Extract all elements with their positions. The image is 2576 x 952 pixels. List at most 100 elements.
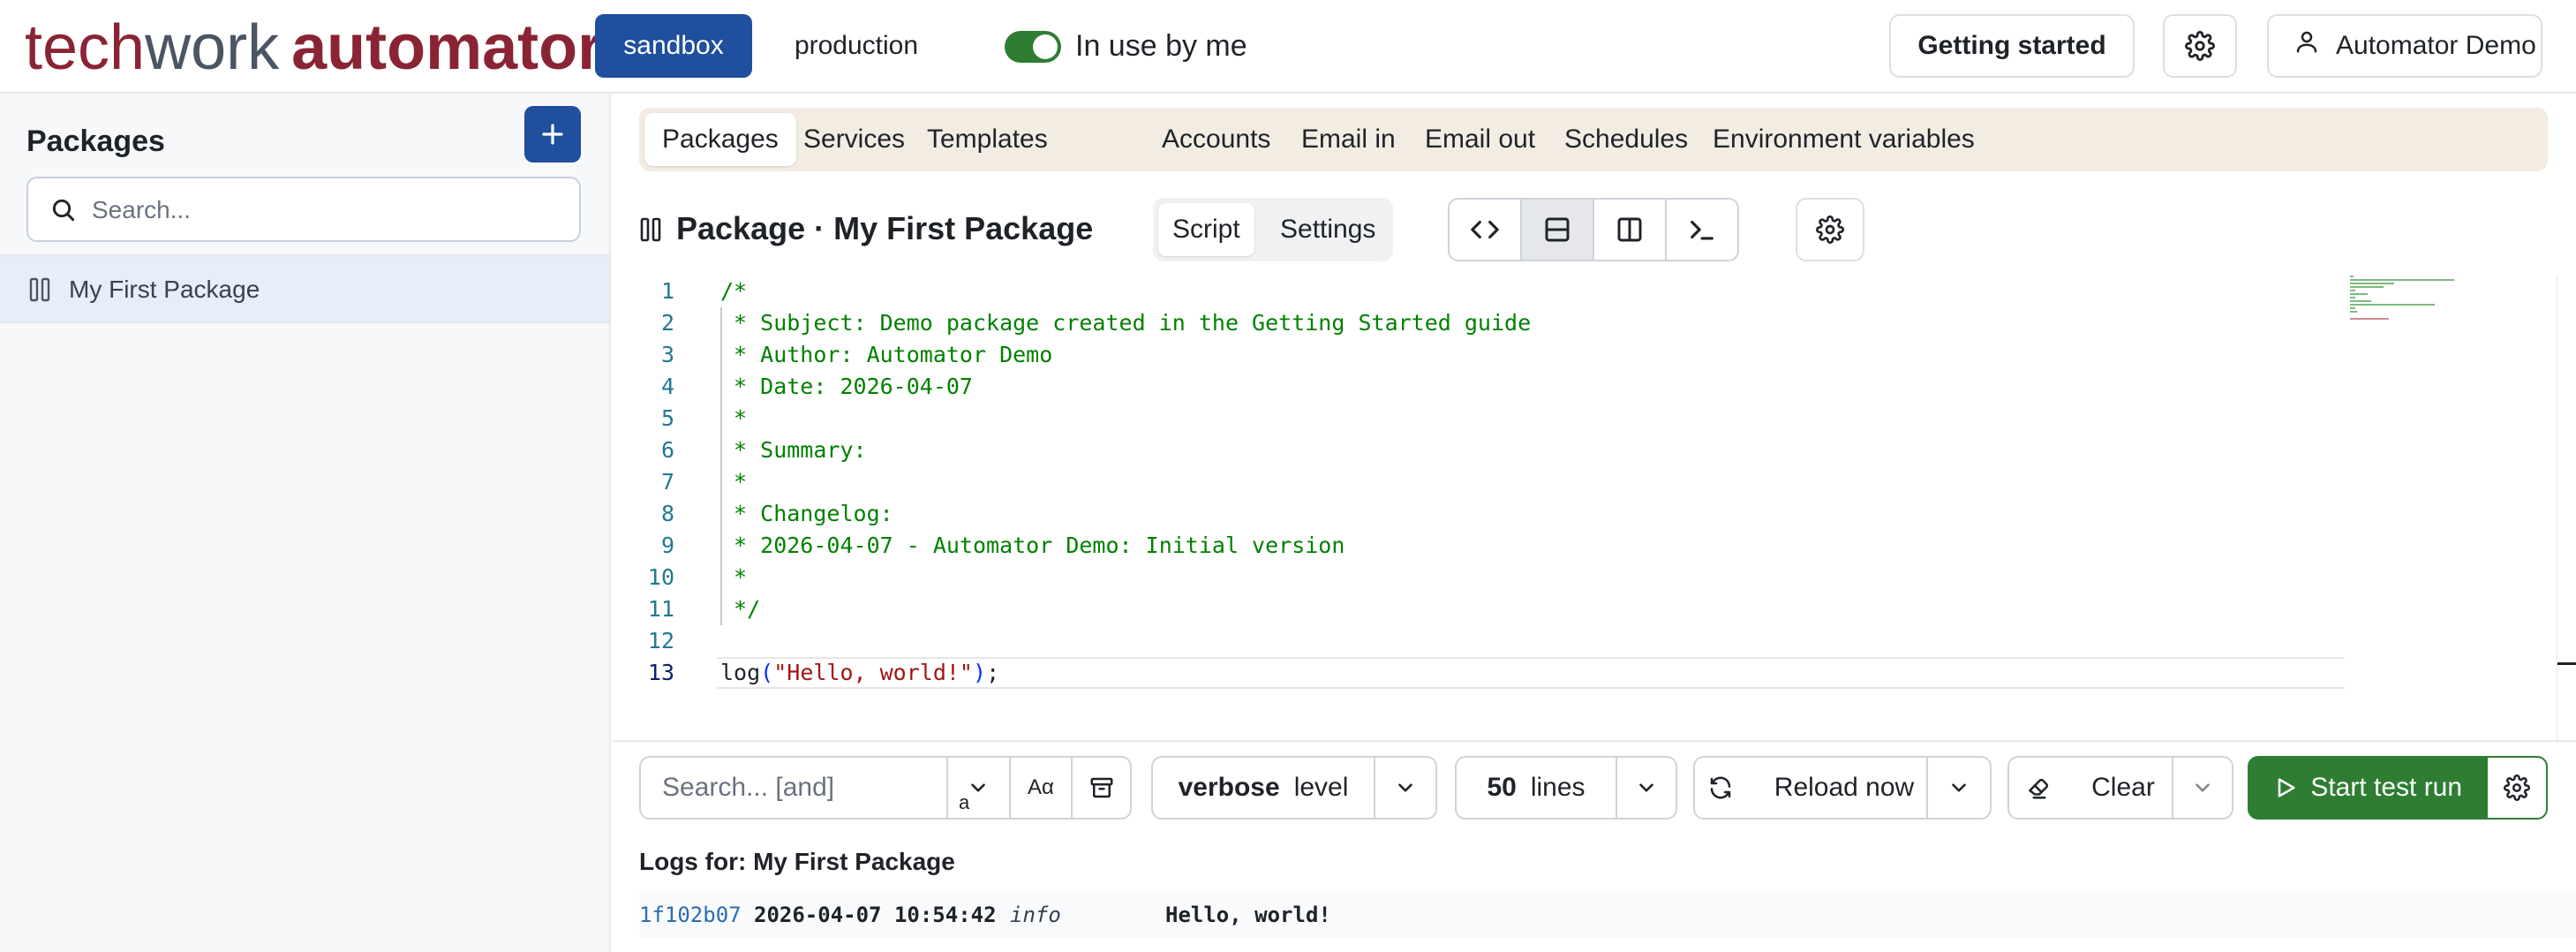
code-line: 12 [613, 625, 2520, 657]
log-level-label: level [1293, 773, 1349, 802]
start-test-run-button[interactable]: Start test run [2249, 758, 2486, 818]
add-package-button[interactable] [524, 106, 581, 162]
tab-packages[interactable]: Packages [644, 113, 796, 166]
log-entry-message: Hello, world! [1165, 903, 1331, 927]
section-tabs: Packages Services Templates Accounts Ema… [639, 108, 2548, 171]
code-line: 3 * Author: Automator Demo [613, 339, 2520, 371]
code-text: /* [720, 278, 748, 304]
archive-logs-button[interactable] [1071, 758, 1130, 818]
eraser-icon [2029, 778, 2049, 799]
code-line: 5 * [613, 403, 2520, 434]
app-logo[interactable]: techworkautomator. [25, 12, 616, 83]
editor-log-divider[interactable] [613, 740, 2576, 742]
line-number: 4 [660, 374, 674, 399]
reload-group: Reload now [1693, 756, 1992, 820]
split-vertical-button[interactable] [1594, 200, 1667, 260]
log-level-select: verbose level [1151, 756, 1437, 820]
clear-logs-button[interactable]: Clear [2009, 758, 2172, 818]
log-search-input[interactable] [641, 758, 946, 818]
match-case-icon: Aα [1028, 775, 1054, 799]
logs-title: Logs for: My First Package [639, 848, 955, 875]
tab-services[interactable]: Services [786, 113, 923, 166]
user-icon [2294, 17, 2320, 77]
search-icon [49, 196, 78, 229]
code-text: * [720, 469, 748, 495]
editor-settings-button[interactable] [1796, 198, 1864, 261]
chevron-down-icon [1952, 783, 1966, 792]
env-sandbox-button[interactable]: sandbox [595, 14, 752, 78]
reload-dropdown[interactable] [1926, 758, 1990, 818]
in-use-label: In use by me [1075, 29, 1247, 63]
tab-email-in[interactable]: Email in [1284, 113, 1413, 166]
editor-scrollbar[interactable] [2557, 276, 2576, 744]
code-text: * [720, 405, 748, 431]
match-case-button[interactable]: Aα [1008, 758, 1072, 818]
code-editor[interactable]: 1 /* 2 * Subject: Demo package created in… [613, 276, 2576, 744]
gear-icon [1816, 215, 1844, 244]
tab-accounts[interactable]: Accounts [1144, 113, 1288, 166]
code-text: * 2026-04-07 - Automator Demo: Initial v… [720, 533, 1345, 558]
terminal-view-button[interactable] [1667, 200, 1737, 260]
line-number: 10 [647, 564, 674, 590]
chevron-down-icon [1398, 783, 1412, 792]
log-lines-dropdown[interactable] [1616, 758, 1676, 818]
code-text: * Summary: [720, 437, 867, 463]
user-menu-button[interactable]: Automator Demo [2267, 14, 2542, 78]
env-production-button[interactable]: production [770, 14, 943, 78]
logo-part-work: work [145, 12, 280, 83]
gear-icon [2185, 31, 2215, 61]
code-paren-open: ( [760, 660, 774, 685]
play-icon [2278, 778, 2295, 797]
clear-dropdown[interactable] [2172, 758, 2232, 818]
code-line: 11 */ [613, 593, 2520, 625]
chevron-down-icon [1639, 783, 1653, 792]
plus-icon [542, 124, 563, 145]
settings-button[interactable] [2163, 14, 2237, 78]
tab-script[interactable]: Script [1158, 203, 1254, 256]
sidebar: Packages My First Package [0, 94, 611, 952]
split-horizontal-button[interactable] [1522, 200, 1594, 260]
code-line: 7 * [613, 466, 2520, 498]
clear-label: Clear [2091, 773, 2155, 802]
log-level-button[interactable]: verbose level [1153, 758, 1374, 818]
view-switcher: Script Settings [1153, 198, 1393, 261]
sidebar-item-my-first-package[interactable]: My First Package [0, 256, 609, 323]
log-level-dropdown[interactable] [1374, 758, 1435, 818]
in-use-toggle[interactable] [1005, 31, 1061, 63]
chevron-down-icon [971, 783, 986, 792]
gear-icon [2504, 774, 2531, 801]
reload-label: Reload now [1774, 773, 1915, 802]
line-number: 1 [660, 278, 674, 304]
package-search-input[interactable] [92, 189, 569, 231]
sidebar-title: Packages [26, 125, 165, 158]
main-area: Packages Services Templates Accounts Ema… [613, 94, 2576, 952]
code-line: 9 * 2026-04-07 - Automator Demo: Initial… [613, 530, 2520, 562]
code-paren-close: ) [973, 660, 987, 685]
search-mode-dropdown[interactable]: a [946, 758, 1009, 818]
getting-started-button[interactable]: Getting started [1889, 14, 2135, 78]
test-run-settings-button[interactable] [2486, 758, 2546, 818]
top-bar: techworkautomator. sandbox production In… [0, 0, 2576, 94]
line-number: 8 [660, 501, 674, 526]
refresh-icon [1710, 776, 1731, 799]
log-lines-button[interactable]: 50 lines [1457, 758, 1616, 818]
reload-now-button[interactable]: Reload now [1695, 758, 1926, 818]
tab-email-out[interactable]: Email out [1407, 113, 1553, 166]
code-text: * Changelog: [720, 501, 893, 526]
code-line: 8 * Changelog: [613, 498, 2520, 530]
log-entry-id[interactable]: 1f102b07 [639, 892, 742, 938]
split-horizontal-icon [1545, 217, 1570, 242]
line-number: 6 [660, 437, 674, 463]
package-search[interactable] [26, 177, 581, 242]
tab-environment-variables[interactable]: Environment variables [1695, 113, 1992, 166]
tab-schedules[interactable]: Schedules [1547, 113, 1706, 166]
line-number: 13 [647, 660, 674, 685]
code-minimap[interactable] [2350, 276, 2456, 329]
chevron-down-icon [2196, 783, 2210, 792]
terminal-icon [1691, 220, 1714, 240]
code-text: * Date: 2026-04-07 [720, 374, 973, 399]
tab-settings[interactable]: Settings [1266, 203, 1390, 256]
line-number: 5 [660, 405, 674, 431]
tab-templates[interactable]: Templates [909, 113, 1066, 166]
code-view-button[interactable] [1450, 200, 1522, 260]
